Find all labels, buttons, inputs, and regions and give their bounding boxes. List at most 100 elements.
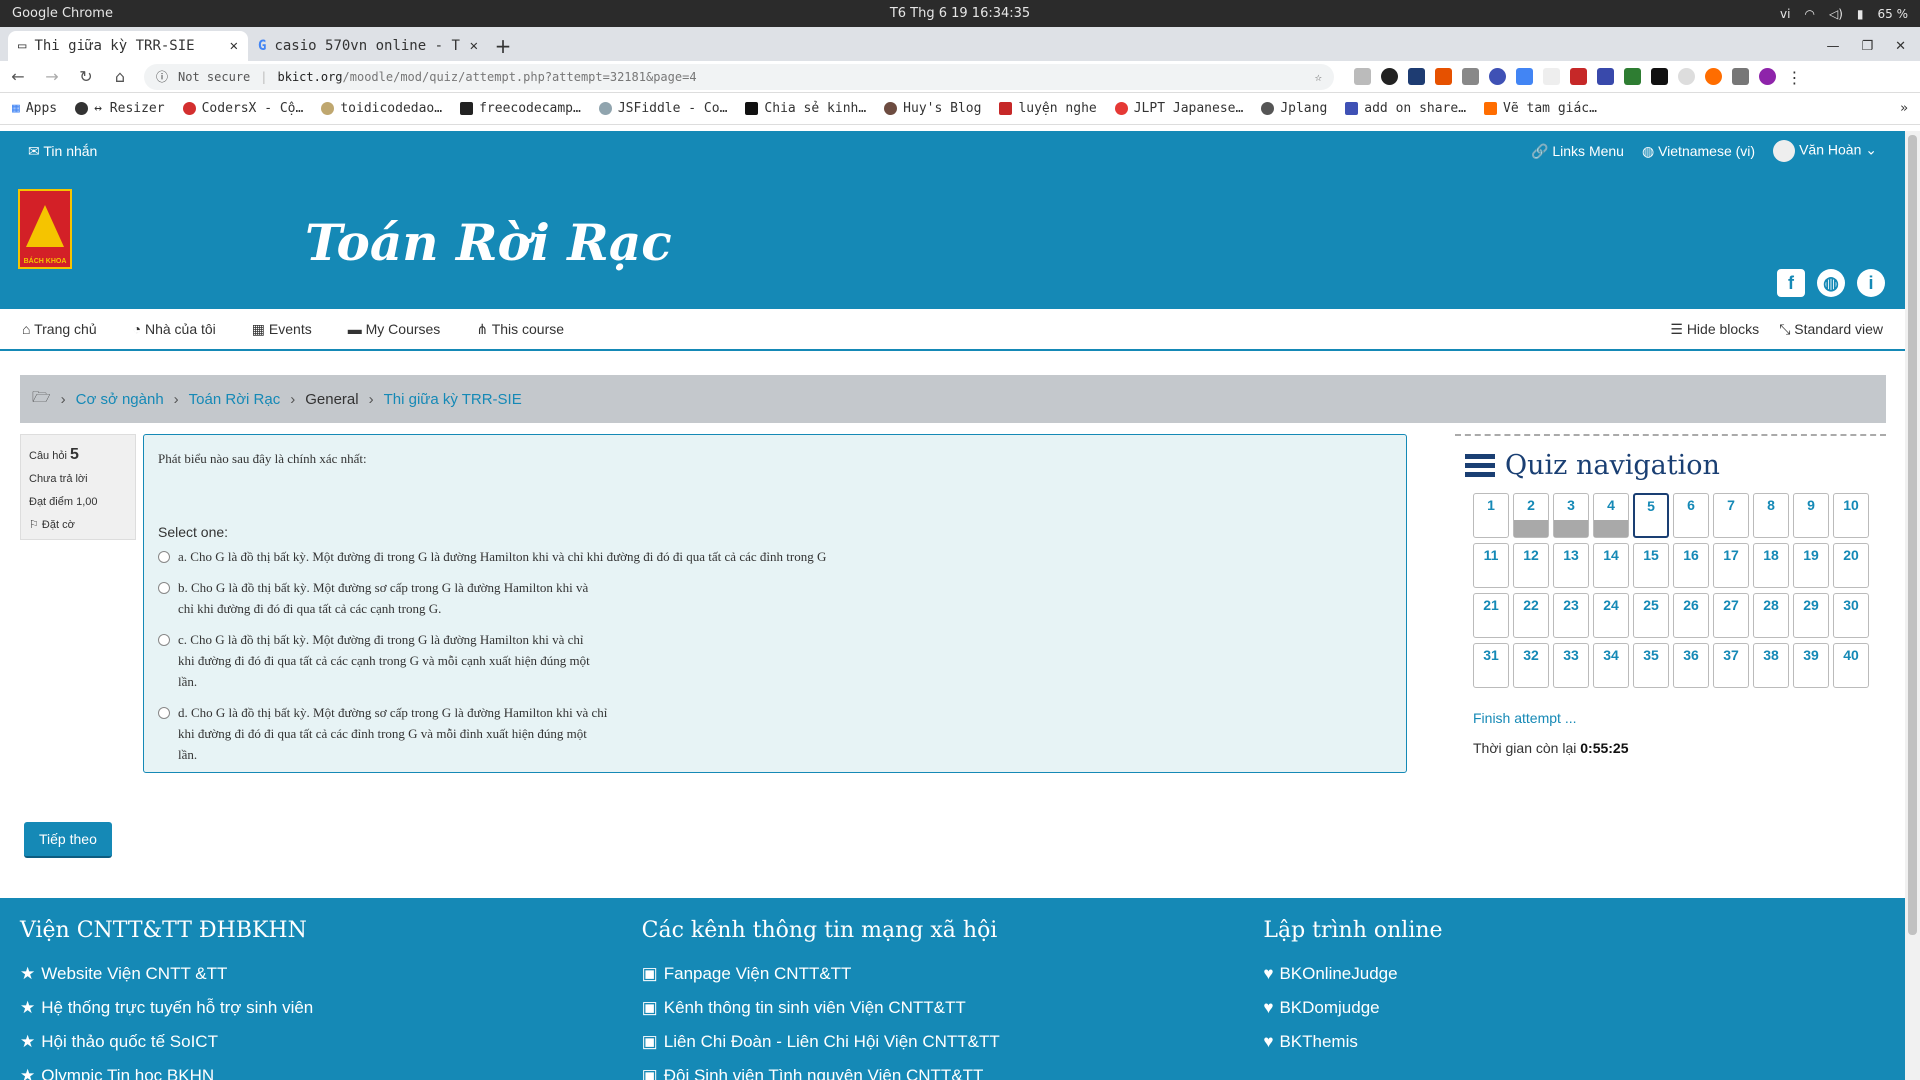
- close-tab-icon[interactable]: ✕: [230, 38, 238, 54]
- menu-my-courses[interactable]: ▬ My Courses: [348, 321, 441, 337]
- footer-link[interactable]: BKDomjudge: [1263, 991, 1885, 1025]
- volume-icon[interactable]: ◁): [1829, 7, 1843, 21]
- quiz-nav-button-22[interactable]: 22: [1513, 593, 1549, 638]
- close-window-icon[interactable]: ✕: [1895, 39, 1906, 54]
- footer-link[interactable]: Website Viện CNTT &TT: [20, 957, 642, 991]
- tab-quiz[interactable]: ▭ Thi giữa kỳ TRR-SIE ✕: [8, 31, 248, 61]
- quiz-nav-button-19[interactable]: 19: [1793, 543, 1829, 588]
- quiz-nav-button-33[interactable]: 33: [1553, 643, 1589, 688]
- bookmark-item[interactable]: CodersX - Cộ…: [182, 101, 303, 116]
- quiz-nav-button-35[interactable]: 35: [1633, 643, 1669, 688]
- extension-icon[interactable]: [1462, 68, 1479, 85]
- breadcrumb-quiz[interactable]: Thi giữa kỳ TRR-SIE: [384, 391, 522, 408]
- extension-icon[interactable]: [1381, 68, 1398, 85]
- breadcrumb-course[interactable]: Toán Rời Rạc: [189, 391, 281, 408]
- footer-link[interactable]: BKThemis: [1263, 1025, 1885, 1059]
- hamburger-icon[interactable]: [1465, 453, 1495, 478]
- forward-icon[interactable]: →: [42, 67, 62, 86]
- extension-icon[interactable]: [1678, 68, 1695, 85]
- quiz-nav-button-29[interactable]: 29: [1793, 593, 1829, 638]
- extension-icon[interactable]: [1624, 68, 1641, 85]
- restore-icon[interactable]: ❐: [1861, 39, 1873, 54]
- footer-link[interactable]: Liên Chi Đoàn - Liên Chi Hội Viện CNTT&T…: [642, 1025, 1264, 1059]
- quiz-nav-button-21[interactable]: 21: [1473, 593, 1509, 638]
- quiz-nav-button-27[interactable]: 27: [1713, 593, 1749, 638]
- page-scrollbar[interactable]: [1905, 131, 1920, 1080]
- bookmark-item[interactable]: toidicodedao…: [321, 101, 442, 116]
- quiz-nav-button-14[interactable]: 14: [1593, 543, 1629, 588]
- links-menu[interactable]: 🔗 Links Menu: [1531, 143, 1624, 160]
- radio-button[interactable]: [158, 634, 170, 646]
- quiz-nav-button-24[interactable]: 24: [1593, 593, 1629, 638]
- quiz-nav-button-37[interactable]: 37: [1713, 643, 1749, 688]
- extension-icon[interactable]: [1408, 68, 1425, 85]
- reload-icon[interactable]: ↻: [76, 67, 96, 86]
- bookmark-star-icon[interactable]: ☆: [1315, 70, 1322, 84]
- hide-blocks-button[interactable]: ☰ Hide blocks: [1670, 321, 1759, 338]
- footer-link[interactable]: BKOnlineJudge: [1263, 957, 1885, 991]
- messages-link[interactable]: ✉ Tin nhắn: [28, 143, 97, 160]
- quiz-nav-button-28[interactable]: 28: [1753, 593, 1789, 638]
- quiz-nav-button-25[interactable]: 25: [1633, 593, 1669, 638]
- bookmark-item[interactable]: add on share…: [1345, 101, 1466, 116]
- keyboard-language[interactable]: vi: [1780, 7, 1790, 21]
- quiz-nav-button-18[interactable]: 18: [1753, 543, 1789, 588]
- back-icon[interactable]: ←: [8, 67, 28, 86]
- university-logo[interactable]: BÁCH KHOA: [18, 189, 72, 269]
- breadcrumb-category[interactable]: Cơ sở ngành: [76, 391, 164, 408]
- option-text[interactable]: d. Cho G là đồ thị bất kỳ. Một đường sơ …: [178, 702, 607, 765]
- globe-icon[interactable]: ◍: [1817, 269, 1845, 297]
- puzzle-icon[interactable]: [1732, 68, 1749, 85]
- bookmark-item[interactable]: JLPT Japanese…: [1114, 101, 1243, 116]
- facebook-icon[interactable]: f: [1777, 269, 1805, 297]
- option-text[interactable]: a. Cho G là đồ thị bất kỳ. Một đường đi …: [178, 546, 826, 567]
- bookmark-apps[interactable]: ▦ Apps: [12, 101, 57, 116]
- footer-link[interactable]: Fanpage Viện CNTT&TT: [642, 957, 1264, 991]
- quiz-nav-button-3[interactable]: 3: [1553, 493, 1589, 538]
- bookmark-item[interactable]: Chia sẻ kinh…: [745, 101, 866, 116]
- quiz-nav-button-30[interactable]: 30: [1833, 593, 1869, 638]
- quiz-nav-button-38[interactable]: 38: [1753, 643, 1789, 688]
- option-text[interactable]: c. Cho G là đồ thị bất kỳ. Một đường đi …: [178, 629, 590, 692]
- quiz-nav-button-6[interactable]: 6: [1673, 493, 1709, 538]
- new-tab-button[interactable]: +: [488, 31, 518, 61]
- bookmark-item[interactable]: JSFiddle - Co…: [598, 101, 727, 116]
- quiz-nav-button-11[interactable]: 11: [1473, 543, 1509, 588]
- radio-button[interactable]: [158, 551, 170, 563]
- radio-button[interactable]: [158, 582, 170, 594]
- tab-casio[interactable]: G casio 570vn online - T ✕: [248, 31, 488, 61]
- menu-dots-icon[interactable]: ⋮: [1786, 68, 1803, 87]
- quiz-nav-button-15[interactable]: 15: [1633, 543, 1669, 588]
- language-menu[interactable]: ◍ Vietnamese (vi): [1642, 143, 1755, 160]
- answer-option-b[interactable]: b. Cho G là đồ thị bất kỳ. Một đường sơ …: [158, 577, 1392, 619]
- address-bar[interactable]: ⓘ Not secure | bkict.org/moodle/mod/quiz…: [144, 63, 1334, 90]
- profile-avatar-icon[interactable]: [1759, 68, 1776, 85]
- info-icon[interactable]: ⓘ: [156, 68, 168, 85]
- bookmark-item[interactable]: luyện nghe: [999, 101, 1097, 116]
- menu-home[interactable]: ⌂ Trang chủ: [22, 321, 97, 337]
- menu-dashboard[interactable]: ◔ Nhà của tôi: [133, 321, 216, 337]
- bookmark-item[interactable]: ↔ Resizer: [75, 101, 165, 116]
- bookmark-item[interactable]: Vẽ tam giác…: [1484, 101, 1597, 116]
- answer-option-a[interactable]: a. Cho G là đồ thị bất kỳ. Một đường đi …: [158, 546, 1392, 567]
- extension-icon[interactable]: [1435, 68, 1452, 85]
- radio-button[interactable]: [158, 707, 170, 719]
- quiz-nav-button-23[interactable]: 23: [1553, 593, 1589, 638]
- extension-icon[interactable]: [1489, 68, 1506, 85]
- folder-icon[interactable]: 🗁: [32, 387, 51, 412]
- quiz-nav-button-12[interactable]: 12: [1513, 543, 1549, 588]
- option-text[interactable]: b. Cho G là đồ thị bất kỳ. Một đường sơ …: [178, 577, 588, 619]
- quiz-nav-button-1[interactable]: 1: [1473, 493, 1509, 538]
- bookmark-item[interactable]: Huy's Blog: [884, 101, 981, 116]
- extension-icon[interactable]: [1651, 68, 1668, 85]
- quiz-nav-button-39[interactable]: 39: [1793, 643, 1829, 688]
- user-menu[interactable]: Văn Hoàn ⌄: [1773, 140, 1877, 162]
- quiz-nav-button-8[interactable]: 8: [1753, 493, 1789, 538]
- extension-icon[interactable]: [1597, 68, 1614, 85]
- quiz-nav-button-10[interactable]: 10: [1833, 493, 1869, 538]
- answer-option-c[interactable]: c. Cho G là đồ thị bất kỳ. Một đường đi …: [158, 629, 1392, 692]
- extension-icon[interactable]: [1354, 68, 1371, 85]
- menu-this-course[interactable]: ⋔ This course: [476, 321, 564, 338]
- bookmark-item[interactable]: freecodecamp…: [460, 101, 581, 116]
- translate-icon[interactable]: [1516, 68, 1533, 85]
